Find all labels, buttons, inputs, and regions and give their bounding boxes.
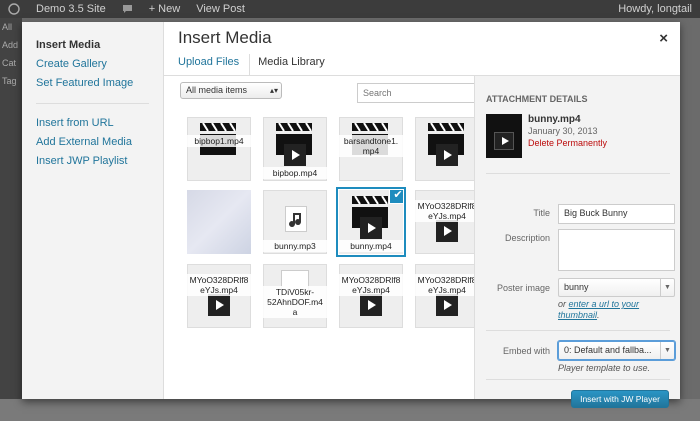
media-menu: Insert Media Create Gallery Set Featured… bbox=[22, 22, 164, 399]
view-post-link[interactable]: View Post bbox=[188, 3, 253, 15]
menu-item-create-gallery[interactable]: Create Gallery bbox=[22, 55, 163, 74]
poster-hint-suffix: . bbox=[597, 310, 600, 320]
media-filter-value: All media items bbox=[186, 85, 248, 95]
title-label: Title bbox=[533, 208, 550, 218]
attachment-item[interactable] bbox=[415, 117, 479, 181]
menu-item-set-featured-image[interactable]: Set Featured Image bbox=[22, 74, 163, 93]
poster-hint: or enter a url to your thumbnail. bbox=[558, 299, 680, 321]
attachment-item[interactable]: bunny.mp3 bbox=[263, 190, 327, 254]
admin-sidebar-backdrop: All Add Cat Tag bbox=[0, 18, 22, 421]
divider bbox=[486, 330, 670, 331]
attachment-filename: bipbop.mp4 bbox=[263, 167, 327, 179]
attachment-filename: TDiV05kr-52AhnDOF.m4a bbox=[263, 286, 327, 318]
details-thumbnail bbox=[486, 114, 522, 158]
poster-image-value: bunny bbox=[564, 282, 589, 292]
media-modal: Insert Media Create Gallery Set Featured… bbox=[22, 22, 680, 408]
image-thumbnail bbox=[187, 190, 251, 254]
attachment-filename: MYoO328DRlf8eYJs.mp4 bbox=[187, 274, 251, 296]
details-date: January 30, 2013 bbox=[528, 126, 598, 136]
attachment-item[interactable]: MYoO328DRlf8eYJs.mp4 bbox=[339, 264, 403, 328]
menu-item-insert-media[interactable]: Insert Media bbox=[22, 36, 163, 55]
poster-hint-prefix: or bbox=[558, 299, 569, 309]
new-content-link[interactable]: + New bbox=[141, 3, 189, 15]
attachment-filename: MYoO328DRlf8eYJs.mp4 bbox=[415, 274, 479, 296]
details-heading: ATTACHMENT DETAILS bbox=[486, 94, 588, 104]
close-icon[interactable]: × bbox=[659, 30, 668, 47]
menu-item-add-external-media[interactable]: Add External Media bbox=[22, 133, 163, 152]
tab-media-library[interactable]: Media Library bbox=[249, 54, 331, 75]
attachment-filename: bunny.mp3 bbox=[263, 240, 327, 252]
backdrop-label: Cat bbox=[2, 58, 17, 68]
site-name-link[interactable]: Demo 3.5 Site bbox=[28, 3, 114, 15]
details-filename: bunny.mp4 bbox=[528, 114, 581, 125]
delete-permanently-link[interactable]: Delete Permanently bbox=[528, 138, 607, 148]
title-field[interactable]: Big Buck Bunny bbox=[558, 204, 675, 224]
play-icon bbox=[494, 132, 514, 150]
insert-with-jw-player-button[interactable]: Insert with JW Player bbox=[571, 390, 669, 408]
attachment-item[interactable]: MYoO328DRlf8eYJs.mp4 bbox=[415, 190, 479, 254]
play-icon bbox=[436, 294, 458, 316]
howdy-user[interactable]: Howdy, longtail bbox=[610, 3, 700, 15]
embed-with-value: 0: Default and fallba... bbox=[564, 345, 652, 355]
attachment-item[interactable]: bipbop.mp4 bbox=[263, 117, 327, 181]
comments-icon[interactable] bbox=[114, 4, 141, 14]
play-icon bbox=[360, 294, 382, 316]
backdrop-label: Tag bbox=[2, 76, 17, 86]
media-library-content: All media items ▴▾ bipbop1.mp4 bipbop.mp… bbox=[164, 76, 481, 399]
play-icon bbox=[360, 217, 382, 239]
poster-image-select[interactable]: bunny ▼ bbox=[558, 278, 675, 297]
attachment-filename: MYoO328DRlf8eYJs.mp4 bbox=[415, 200, 479, 222]
menu-item-insert-from-url[interactable]: Insert from URL bbox=[22, 114, 163, 133]
embed-hint: Player template to use. bbox=[558, 363, 651, 373]
attachment-filename: MYoO328DRlf8eYJs.mp4 bbox=[339, 274, 403, 296]
description-label: Description bbox=[504, 233, 550, 243]
attachment-item[interactable]: barsandtone1.mp4 bbox=[339, 117, 403, 181]
attachment-item[interactable]: TDiV05kr-52AhnDOF.m4a bbox=[263, 264, 327, 328]
attachment-filename: barsandtone1.mp4 bbox=[339, 135, 403, 157]
media-filter-select[interactable]: All media items ▴▾ bbox=[180, 82, 282, 99]
attachment-details-sidebar: ATTACHMENT DETAILS bunny.mp4 January 30,… bbox=[474, 76, 680, 408]
attachment-item[interactable] bbox=[187, 190, 251, 254]
play-icon bbox=[208, 294, 230, 316]
poster-image-label: Poster image bbox=[496, 283, 550, 293]
menu-item-insert-jwp-playlist[interactable]: Insert JWP Playlist bbox=[22, 152, 163, 171]
play-icon bbox=[436, 220, 458, 242]
modal-title: Insert Media bbox=[178, 28, 272, 47]
backdrop-label: All bbox=[2, 22, 13, 32]
embed-with-label: Embed with bbox=[502, 346, 550, 356]
search-input[interactable] bbox=[357, 83, 481, 103]
wordpress-logo-icon[interactable] bbox=[0, 3, 28, 15]
attachment-item[interactable]: bipbop1.mp4 bbox=[187, 117, 251, 181]
chevron-down-icon: ▼ bbox=[660, 279, 674, 296]
audio-file-icon bbox=[285, 206, 307, 232]
play-icon bbox=[284, 144, 306, 166]
menu-separator bbox=[36, 103, 149, 104]
attachment-item-selected[interactable]: bunny.mp4 ✔ bbox=[339, 190, 403, 254]
updown-arrows-icon: ▴▾ bbox=[269, 86, 278, 95]
attachment-filename: bunny.mp4 bbox=[339, 240, 403, 252]
divider bbox=[486, 173, 670, 174]
backdrop-label: Add bbox=[2, 40, 19, 50]
admin-bar: Demo 3.5 Site + New View Post Howdy, lon… bbox=[0, 0, 700, 18]
tab-upload-files[interactable]: Upload Files bbox=[176, 54, 245, 75]
embed-with-select[interactable]: 0: Default and fallba... ▼ bbox=[558, 341, 675, 360]
attachment-filename: bipbop1.mp4 bbox=[187, 135, 251, 147]
checkmark-icon[interactable]: ✔ bbox=[389, 190, 403, 204]
media-router: Upload Files Media Library bbox=[164, 54, 680, 76]
divider bbox=[486, 379, 670, 380]
attachment-item[interactable]: MYoO328DRlf8eYJs.mp4 bbox=[415, 264, 479, 328]
description-field[interactable] bbox=[558, 229, 675, 271]
play-icon bbox=[436, 144, 458, 166]
chevron-down-icon: ▼ bbox=[660, 342, 674, 359]
attachment-item[interactable]: MYoO328DRlf8eYJs.mp4 bbox=[187, 264, 251, 328]
